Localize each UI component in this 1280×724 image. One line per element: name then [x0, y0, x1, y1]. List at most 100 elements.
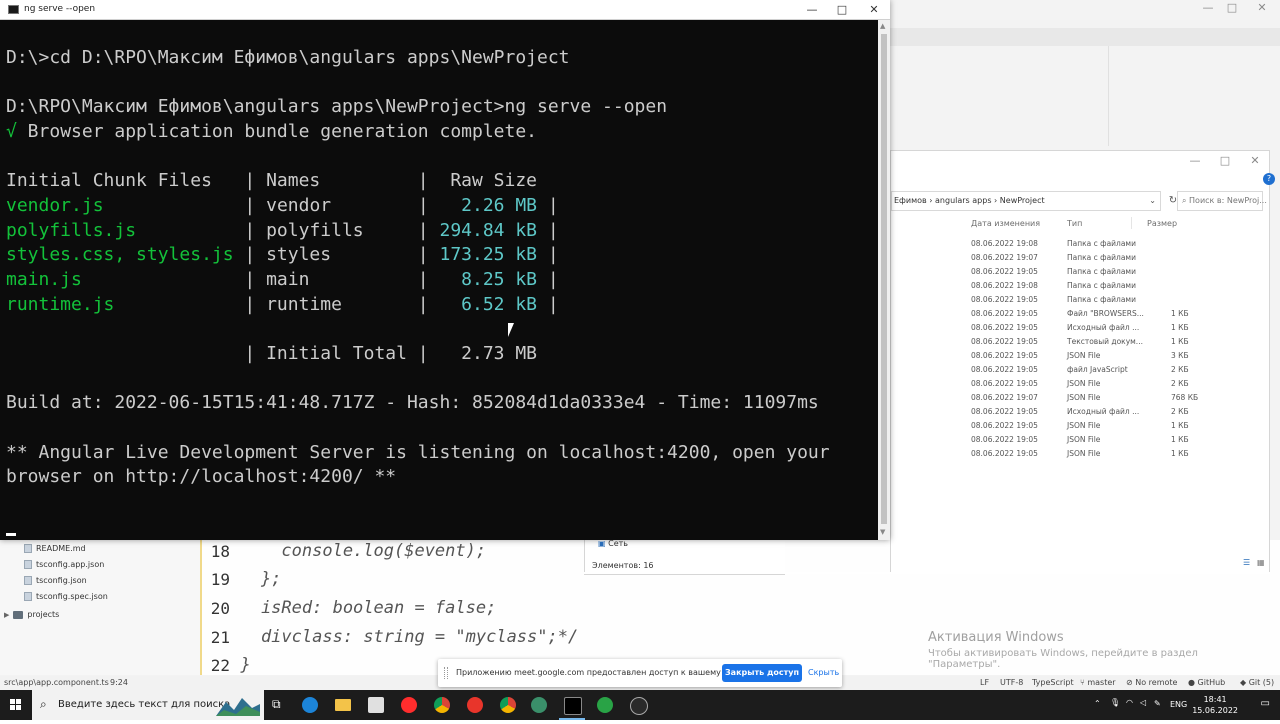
tree-item-tsconfig[interactable]: tsconfig.json	[24, 574, 87, 588]
network-tray-icon[interactable]: ✎	[1154, 699, 1161, 708]
ide-tab-strip	[878, 28, 1280, 46]
nav-item-network-visible[interactable]: ▣ Сеть	[598, 539, 628, 548]
help-icon[interactable]: ?	[1263, 173, 1275, 185]
file-size: 2 КБ	[1171, 407, 1189, 416]
scrollbar-thumb[interactable]	[881, 34, 887, 524]
explorer-maximize-button[interactable]: □	[1213, 153, 1237, 171]
scroll-up-icon[interactable]: ▲	[880, 22, 885, 30]
terminal-text-segment: browser on http://localhost:4200/ **	[6, 466, 397, 487]
file-type: JSON File	[1067, 351, 1101, 360]
explorer-file-row[interactable]: 08.06.2022 19:05 JSON File 3 КБ	[891, 351, 1271, 365]
drag-handle-icon[interactable]	[444, 667, 448, 679]
spotify-icon[interactable]	[597, 697, 613, 713]
tree-item-tsconfig-spec[interactable]: tsconfig.spec.json	[24, 590, 108, 604]
pycharm-icon[interactable]	[531, 697, 547, 713]
store-icon[interactable]	[368, 697, 384, 713]
obs-icon[interactable]	[630, 697, 648, 715]
yandex-icon[interactable]	[467, 697, 483, 713]
git-icon: ◆	[1240, 678, 1247, 687]
explorer-file-row[interactable]: 08.06.2022 19:05 JSON File 1 КБ	[891, 435, 1271, 449]
terminal-text-segment: | Initial Total | 2.73 MB	[6, 343, 538, 364]
terminal-text-segment: 294.84 kB	[439, 220, 538, 241]
hide-notification-button[interactable]: Скрыть	[808, 668, 839, 677]
explorer-file-row[interactable]: 08.06.2022 19:05 JSON File 2 КБ	[891, 379, 1271, 393]
status-language[interactable]: TypeScript	[1032, 678, 1074, 687]
explorer-file-row[interactable]: 08.06.2022 19:05 Исходный файл ... 2 КБ	[891, 407, 1271, 421]
taskbar-search-box[interactable]: ⌕ Введите здесь текст для поиска	[32, 690, 264, 720]
terminal-maximize-button[interactable]: □	[830, 2, 854, 20]
chrome-icon[interactable]	[434, 697, 450, 713]
explorer-file-row[interactable]: 08.06.2022 19:05 Файл "BROWSERS... 1 КБ	[891, 309, 1271, 323]
tree-item-tsconfig-app[interactable]: tsconfig.app.json	[24, 558, 104, 572]
details-view-icon[interactable]: ☰	[1243, 558, 1250, 567]
ide-maximize-button[interactable]: □	[1220, 0, 1244, 18]
explorer-file-row[interactable]: 08.06.2022 19:05 Папка с файлами	[891, 267, 1271, 281]
explorer-file-row[interactable]: 08.06.2022 19:08 Папка с файлами	[891, 239, 1271, 253]
terminal-close-button[interactable]: ✕	[862, 2, 886, 20]
volume-icon[interactable]: ◁	[1140, 698, 1146, 707]
status-cursor-position[interactable]: 9:24	[110, 678, 128, 687]
microphone-icon[interactable]: 🎙	[1110, 698, 1120, 707]
language-indicator[interactable]: ENG	[1170, 700, 1187, 709]
status-line-ending[interactable]: LF	[980, 678, 989, 687]
explorer-file-row[interactable]: 08.06.2022 19:05 JSON File 1 КБ	[891, 449, 1271, 463]
explorer-file-row[interactable]: 08.06.2022 19:05 файл JavaScript 2 КБ	[891, 365, 1271, 379]
tree-item-projects[interactable]: ▶ projects	[4, 608, 59, 622]
stop-sharing-button[interactable]: Закрыть доступ	[722, 664, 802, 682]
start-button[interactable]	[0, 690, 32, 720]
task-view-icon[interactable]: ⧉	[272, 697, 281, 712]
terminal-text-segment: |	[537, 269, 559, 290]
explorer-minimize-button[interactable]: —	[1183, 153, 1207, 171]
notifications-icon[interactable]: ▭	[1261, 698, 1270, 709]
ide-close-button[interactable]: ✕	[1250, 0, 1274, 18]
chevron-down-icon[interactable]: ⌄	[1149, 192, 1156, 210]
column-header-type[interactable]: Тип	[1067, 219, 1082, 228]
code-line: divclass: string = "myclass";*/	[220, 627, 579, 647]
explorer-file-row[interactable]: 08.06.2022 19:05 JSON File 1 КБ	[891, 421, 1271, 435]
explorer-file-row[interactable]: 08.06.2022 19:05 Исходный файл ... 1 КБ	[891, 323, 1271, 337]
ide-minimize-button[interactable]: —	[1196, 0, 1220, 18]
status-remote[interactable]: ⊘ No remote	[1126, 678, 1177, 687]
explorer-file-row[interactable]: 08.06.2022 19:07 Папка с файлами	[891, 253, 1271, 267]
explorer-close-button[interactable]: ✕	[1243, 153, 1267, 171]
status-branch[interactable]: ⑂ master	[1080, 678, 1116, 687]
file-date: 08.06.2022 19:05	[971, 421, 1038, 430]
status-github[interactable]: ● GitHub	[1188, 678, 1225, 687]
wifi-icon[interactable]: ◠	[1126, 698, 1133, 707]
explorer-file-row[interactable]: 08.06.2022 19:05 Папка с файлами	[891, 295, 1271, 309]
chrome-profile-icon[interactable]	[500, 697, 516, 713]
tree-item-readme[interactable]: README.md	[24, 542, 86, 556]
chevron-up-icon[interactable]: ⌃	[1094, 699, 1101, 708]
explorer-address-bar[interactable]: Ефимов › angulars apps › NewProject ⌄	[891, 191, 1161, 211]
file-explorer-window: — □ ✕ ? Ефимов › angulars apps › NewProj…	[890, 150, 1275, 574]
edge-icon[interactable]	[302, 697, 318, 713]
terminal-window[interactable]: ng serve --open — □ ✕ D:\>cd D:\RPO\Макс…	[0, 0, 890, 540]
cmd-icon[interactable]	[564, 697, 582, 715]
file-type: Папка с файлами	[1067, 267, 1136, 276]
clock[interactable]: 18:41 15.06.2022	[1192, 694, 1238, 716]
explorer-file-row[interactable]: 08.06.2022 19:05 Текстовый докум... 1 КБ	[891, 337, 1271, 351]
scroll-down-icon[interactable]: ▼	[880, 528, 885, 536]
file-date: 08.06.2022 19:05	[971, 407, 1038, 416]
terminal-output[interactable]: D:\>cd D:\RPO\Максим Ефимов\angulars app…	[6, 20, 876, 535]
explorer-file-row[interactable]: 08.06.2022 19:08 Папка с файлами	[891, 281, 1271, 295]
status-git[interactable]: ◆ Git (5)	[1240, 678, 1274, 687]
status-file-path[interactable]: src\app\app.component.ts	[4, 678, 109, 687]
column-header-size[interactable]: Размер	[1147, 219, 1177, 228]
explorer-search-input[interactable]: ⌕ Поиск в: NewProj...	[1177, 191, 1267, 211]
terminal-text-segment: √	[6, 121, 17, 142]
file-explorer-icon[interactable]	[335, 699, 351, 711]
explorer-file-row[interactable]: 08.06.2022 19:07 JSON File 768 КБ	[891, 393, 1271, 407]
terminal-text-segment: | runtime |	[114, 294, 451, 315]
terminal-line: runtime.js | runtime | 6.52 kB |	[6, 295, 559, 315]
column-header-date[interactable]: Дата изменения	[971, 219, 1040, 228]
terminal-text-segment: 6.52 kB	[450, 294, 538, 315]
tiles-view-icon[interactable]: ▦	[1257, 558, 1265, 567]
terminal-minimize-button[interactable]: —	[800, 2, 824, 20]
file-date: 08.06.2022 19:05	[971, 449, 1038, 458]
yandex-browser-icon[interactable]	[401, 697, 417, 713]
search-highlight-icon	[216, 698, 260, 716]
terminal-scrollbar[interactable]: ▲ ▼	[878, 20, 890, 540]
status-encoding[interactable]: UTF-8	[1000, 678, 1023, 687]
code-line: isRed: boolean = false;	[220, 598, 497, 618]
